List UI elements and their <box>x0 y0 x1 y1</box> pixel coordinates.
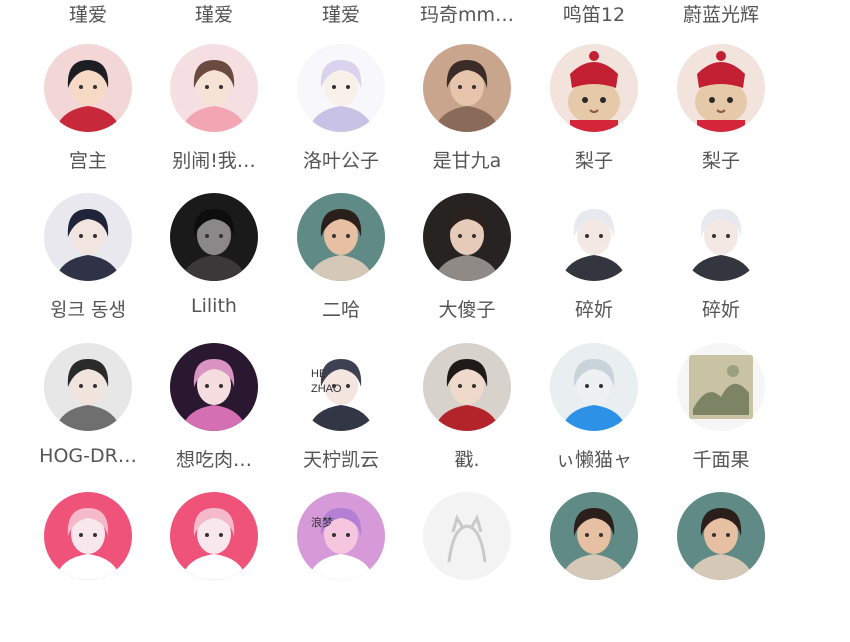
friend-name: 宫主 <box>68 150 107 172</box>
friend-item[interactable]: 玛奇mm… <box>404 0 530 50</box>
friend-item[interactable] <box>658 492 784 642</box>
friend-item[interactable]: HOG-DR… <box>25 343 151 493</box>
friend-item[interactable] <box>531 492 657 642</box>
svg-text:ZHAO: ZHAO <box>311 383 342 395</box>
friend-name: 蔚蓝光辉 <box>682 4 759 26</box>
svg-text:HE: HE <box>311 368 326 380</box>
friend-item[interactable]: 蔚蓝光辉 <box>658 0 784 50</box>
photo-boy-avatar-icon[interactable] <box>677 492 765 580</box>
friends-avatar-grid: 瑾爱 瑾爱 瑾爱 玛奇mm… 鸣笛12 蔚蓝光辉 宫主 别闹!我… 洛叶公子 是… <box>0 0 850 580</box>
friend-name: 千面果 <box>692 449 750 471</box>
painting-avatar-icon[interactable] <box>677 343 765 431</box>
friend-name: 윙크 동생 <box>50 299 126 321</box>
friend-item[interactable]: 瑾爱 <box>25 0 151 50</box>
friend-item[interactable]: 宫主 <box>25 44 151 194</box>
friend-item[interactable]: ぃ懒猫ャ <box>531 343 657 493</box>
photo-boy-avatar-icon[interactable] <box>297 193 385 281</box>
friend-name: 二哈 <box>321 299 360 321</box>
photo-girl-dark-avatar-icon[interactable] <box>423 193 511 281</box>
friend-name: 瑾爱 <box>194 4 233 26</box>
friend-item[interactable]: 윙크 동생 <box>25 193 151 343</box>
friend-name: HOG-DR… <box>39 445 137 467</box>
friend-name: 梨子 <box>574 150 613 172</box>
friend-name: 想吃肉… <box>175 449 252 471</box>
friend-item[interactable]: 瑾爱 <box>151 0 277 50</box>
anime-boy-suit-avatar-icon[interactable] <box>44 343 132 431</box>
friend-item[interactable]: 鸣笛12 <box>531 0 657 50</box>
friend-item[interactable]: 梨子 <box>531 44 657 194</box>
friend-item[interactable]: 戳. <box>404 343 530 493</box>
anime-girl-pink-avatar-icon[interactable] <box>170 343 258 431</box>
friend-name: 大傻子 <box>438 299 496 321</box>
friend-item[interactable]: 别闹!我… <box>151 44 277 194</box>
friend-item[interactable] <box>25 492 151 642</box>
friend-item[interactable]: 大傻子 <box>404 193 530 343</box>
friend-item[interactable]: 浪梦 <box>278 492 404 642</box>
anime-boy-pink-avatar-icon[interactable] <box>44 492 132 580</box>
friend-item[interactable]: 是甘九a <box>404 44 530 194</box>
anime-girl-white-avatar-icon[interactable] <box>550 193 638 281</box>
friend-item[interactable] <box>404 492 530 642</box>
photo-girl-avatar-icon[interactable] <box>423 44 511 132</box>
friend-name: 碎妡 <box>574 299 613 321</box>
pink-sky-text-avatar-icon[interactable]: 浪梦 <box>297 492 385 580</box>
friend-name: 瑾爱 <box>321 4 360 26</box>
cat-red-hat-avatar-icon[interactable] <box>550 44 638 132</box>
friend-name: ぃ懒猫ャ <box>555 449 632 471</box>
friend-item[interactable]: 梨子 <box>658 44 784 194</box>
dark-ghost-avatar-icon[interactable] <box>170 193 258 281</box>
anime-boy-pink-avatar-icon[interactable] <box>170 492 258 580</box>
friend-name: 鸣笛12 <box>562 4 626 26</box>
friend-name: 洛叶公子 <box>302 150 379 172</box>
friend-item[interactable]: 二哈 <box>278 193 404 343</box>
friend-name: 天柠凯云 <box>302 449 379 471</box>
friend-item[interactable] <box>151 492 277 642</box>
friend-name: Lilith <box>191 295 237 317</box>
anime-boy-red-avatar-icon[interactable] <box>44 44 132 132</box>
friend-name: 是甘九a <box>432 150 502 172</box>
anime-boy-blood-avatar-icon[interactable] <box>423 343 511 431</box>
svg-text:浪梦: 浪梦 <box>311 515 333 529</box>
anime-boy-he-zhao-avatar-icon[interactable]: HE ZHAO <box>297 343 385 431</box>
anime-boy-dark-avatar-icon[interactable] <box>44 193 132 281</box>
friend-name: 梨子 <box>701 150 740 172</box>
friend-item[interactable]: 碎妡 <box>531 193 657 343</box>
friend-item[interactable]: 瑾爱 <box>278 0 404 50</box>
friend-name: 别闹!我… <box>172 150 256 172</box>
friend-name: 戳. <box>454 449 480 471</box>
anime-girl-white-avatar-icon[interactable] <box>677 193 765 281</box>
anime-girl-flower-avatar-icon[interactable] <box>170 44 258 132</box>
friend-name: 碎妡 <box>701 299 740 321</box>
friend-name: 瑾爱 <box>68 4 107 26</box>
friend-item[interactable]: HE ZHAO 天柠凯云 <box>278 343 404 493</box>
outline-cat-avatar-icon[interactable] <box>423 492 511 580</box>
cat-red-hat-avatar-icon[interactable] <box>677 44 765 132</box>
sketch-girl-avatar-icon[interactable] <box>297 44 385 132</box>
friend-item[interactable]: 碎妡 <box>658 193 784 343</box>
anime-blue-band-avatar-icon[interactable] <box>550 343 638 431</box>
friend-item[interactable]: 千面果 <box>658 343 784 493</box>
photo-boy-avatar-icon[interactable] <box>550 492 638 580</box>
friend-item[interactable]: Lilith <box>151 193 277 343</box>
friend-item[interactable]: 洛叶公子 <box>278 44 404 194</box>
friend-item[interactable]: 想吃肉… <box>151 343 277 493</box>
friend-name: 玛奇mm… <box>419 4 515 26</box>
